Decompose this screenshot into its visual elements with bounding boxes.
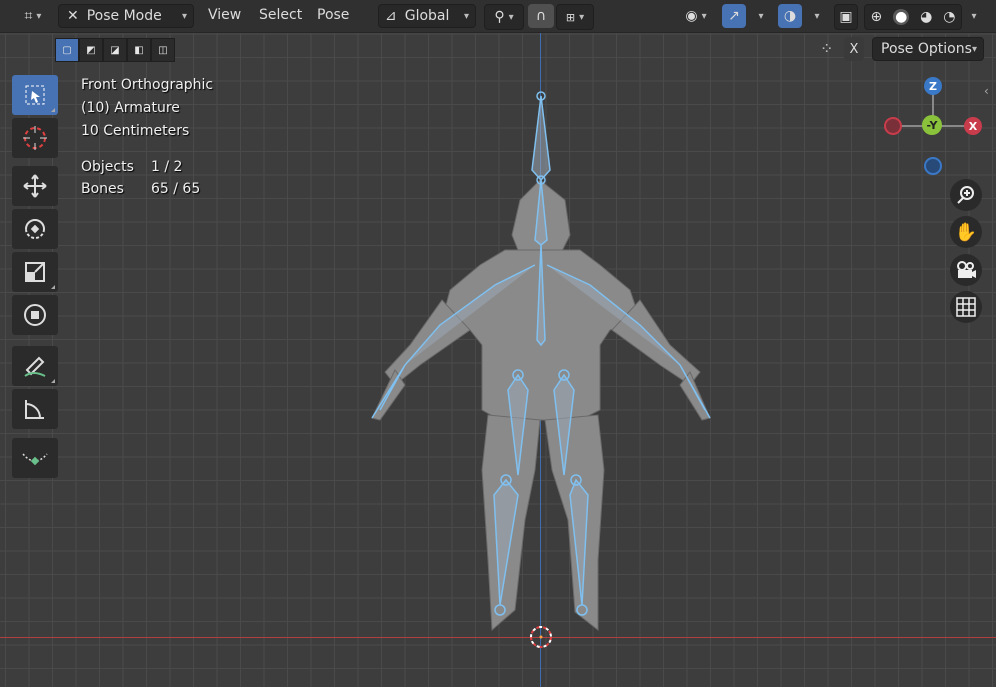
gizmo-x-axis[interactable]: X: [964, 117, 982, 135]
gizmo-neg-y-axis[interactable]: -Y: [922, 115, 942, 135]
pivot-icon: ⚲: [494, 9, 505, 25]
tool-rotate[interactable]: [12, 209, 58, 249]
tool-move[interactable]: [12, 166, 58, 206]
editor-type-icon: ⌗: [24, 8, 33, 24]
tool-scale[interactable]: [12, 252, 58, 292]
xray-toggle[interactable]: ▣: [834, 4, 858, 30]
rotate-icon: [25, 219, 45, 239]
eye-icon: ◉: [685, 8, 698, 24]
select-extend-button[interactable]: ◩: [79, 38, 103, 62]
transform-affect-icon[interactable]: ⁘: [820, 39, 833, 58]
snap-dropdown[interactable]: ⊞ ▾: [556, 4, 594, 30]
gizmo-neg-x-axis[interactable]: [884, 117, 902, 135]
menu-view[interactable]: View: [208, 7, 241, 23]
chevron-down-icon: ▾: [36, 10, 42, 22]
bone-envelope-icon: [22, 453, 48, 466]
editor-type-button[interactable]: ⌗ ▾: [16, 4, 50, 28]
chevron-down-icon: ▾: [758, 10, 764, 22]
pose-options-label: Pose Options: [881, 41, 972, 57]
select-new-icon: ▢: [62, 44, 72, 56]
scale-icon: [25, 262, 45, 282]
select-new-button[interactable]: ▢: [55, 38, 79, 62]
mode-dropdown[interactable]: ✕ Pose Mode ▾: [58, 4, 194, 28]
shading-dropdown[interactable]: ▾: [962, 4, 982, 28]
tool-cursor[interactable]: [12, 118, 58, 158]
select-extend-icon: ◩: [86, 44, 96, 56]
chevron-down-icon: ▾: [181, 10, 187, 22]
bones-label: Bones: [81, 181, 124, 197]
gizmo-toggle[interactable]: ↗: [722, 4, 746, 28]
objects-value: 1 / 2: [151, 159, 183, 175]
xray-icon: ▣: [839, 9, 853, 25]
visibility-dropdown[interactable]: ◉ ▾: [676, 4, 716, 28]
chevron-down-icon: ▾: [701, 10, 707, 22]
3d-cursor-icon: [530, 626, 552, 648]
viewport-header: ⌗ ▾ ✕ Pose Mode ▾ View Select Pose ⊿ Glob…: [0, 0, 996, 33]
camera-view-button[interactable]: [950, 254, 982, 286]
select-invert-button[interactable]: ◧: [127, 38, 151, 62]
select-subtract-icon: ◪: [110, 44, 120, 56]
mode-label: Pose Mode: [86, 8, 162, 24]
pan-button[interactable]: ✋: [950, 216, 982, 248]
tool-bone-envelope[interactable]: [12, 438, 58, 478]
orientation-dropdown[interactable]: ⊿ Global ▾: [378, 4, 476, 28]
menu-pose[interactable]: Pose: [317, 7, 349, 23]
zoom-button[interactable]: [950, 179, 982, 211]
chevron-down-icon: ▾: [508, 11, 514, 23]
orientation-icon: ⊿: [385, 8, 397, 24]
pose-mode-icon: ✕: [67, 8, 79, 24]
overlays-dropdown[interactable]: ▾: [804, 4, 826, 28]
move-icon: [23, 174, 47, 198]
cursor-icon: [23, 126, 47, 150]
select-box-icon: [25, 85, 45, 105]
select-intersect-icon: ◫: [158, 44, 168, 56]
chevron-down-icon: ▾: [971, 43, 977, 55]
tool-annotate[interactable]: [12, 346, 58, 386]
snap-toggle[interactable]: ∩: [528, 4, 554, 28]
tool-transform[interactable]: [12, 295, 58, 335]
chevron-down-icon: ▾: [463, 10, 469, 22]
measure-icon: [25, 400, 44, 419]
gizmo-dropdown[interactable]: ▾: [748, 4, 770, 28]
select-subtract-button[interactable]: ◪: [103, 38, 127, 62]
solid-shading-icon[interactable]: ●: [893, 9, 910, 25]
objects-label: Objects: [81, 159, 134, 175]
transform-icon: [24, 304, 46, 326]
gizmo-z-axis[interactable]: Z: [924, 77, 942, 95]
rendered-shading-icon[interactable]: ◔: [943, 9, 955, 25]
tool-select-box[interactable]: [12, 75, 58, 115]
magnet-icon: ∩: [535, 8, 547, 24]
snap-increment-icon: ⊞: [565, 10, 576, 24]
sidebar-toggle-icon[interactable]: ‹: [984, 84, 989, 98]
bones-value: 65 / 65: [151, 181, 201, 197]
menu-select[interactable]: Select: [259, 7, 302, 23]
chevron-down-icon: ▾: [579, 11, 585, 23]
wireframe-shading-icon[interactable]: ⊕: [870, 9, 882, 25]
select-intersect-button[interactable]: ◫: [151, 38, 175, 62]
chevron-down-icon: ▾: [971, 10, 977, 22]
pose-options-dropdown[interactable]: Pose Options ▾: [872, 37, 984, 61]
gizmo-icon: ↗: [728, 8, 740, 24]
select-invert-icon: ◧: [134, 44, 144, 56]
gizmo-neg-z-axis[interactable]: [924, 157, 942, 175]
pivot-point-dropdown[interactable]: ⚲ ▾: [484, 4, 524, 30]
orientation-label: Global: [404, 8, 450, 24]
zoom-icon: [957, 186, 974, 204]
overlays-toggle[interactable]: ◑: [778, 4, 802, 28]
chevron-down-icon: ▾: [814, 10, 820, 22]
overlays-icon: ◑: [783, 8, 797, 24]
grid-scale: 10 Centimeters: [81, 123, 190, 139]
annotate-icon: [24, 356, 46, 377]
material-shading-icon[interactable]: ◕: [920, 9, 932, 25]
view-name: Front Orthographic: [81, 77, 214, 93]
active-object-name: (10) Armature: [81, 100, 180, 116]
selection-mode-buttons: ▢ ◩ ◪ ◧ ◫: [55, 38, 175, 62]
grid-icon: [956, 297, 976, 317]
shading-modes: ⊕ ● ◕ ◔: [864, 4, 962, 30]
x-mirror-toggle[interactable]: X: [844, 37, 864, 61]
hand-icon: ✋: [954, 221, 978, 243]
tool-measure[interactable]: [12, 389, 58, 429]
camera-icon: [957, 261, 976, 278]
perspective-toggle-button[interactable]: [950, 291, 982, 323]
